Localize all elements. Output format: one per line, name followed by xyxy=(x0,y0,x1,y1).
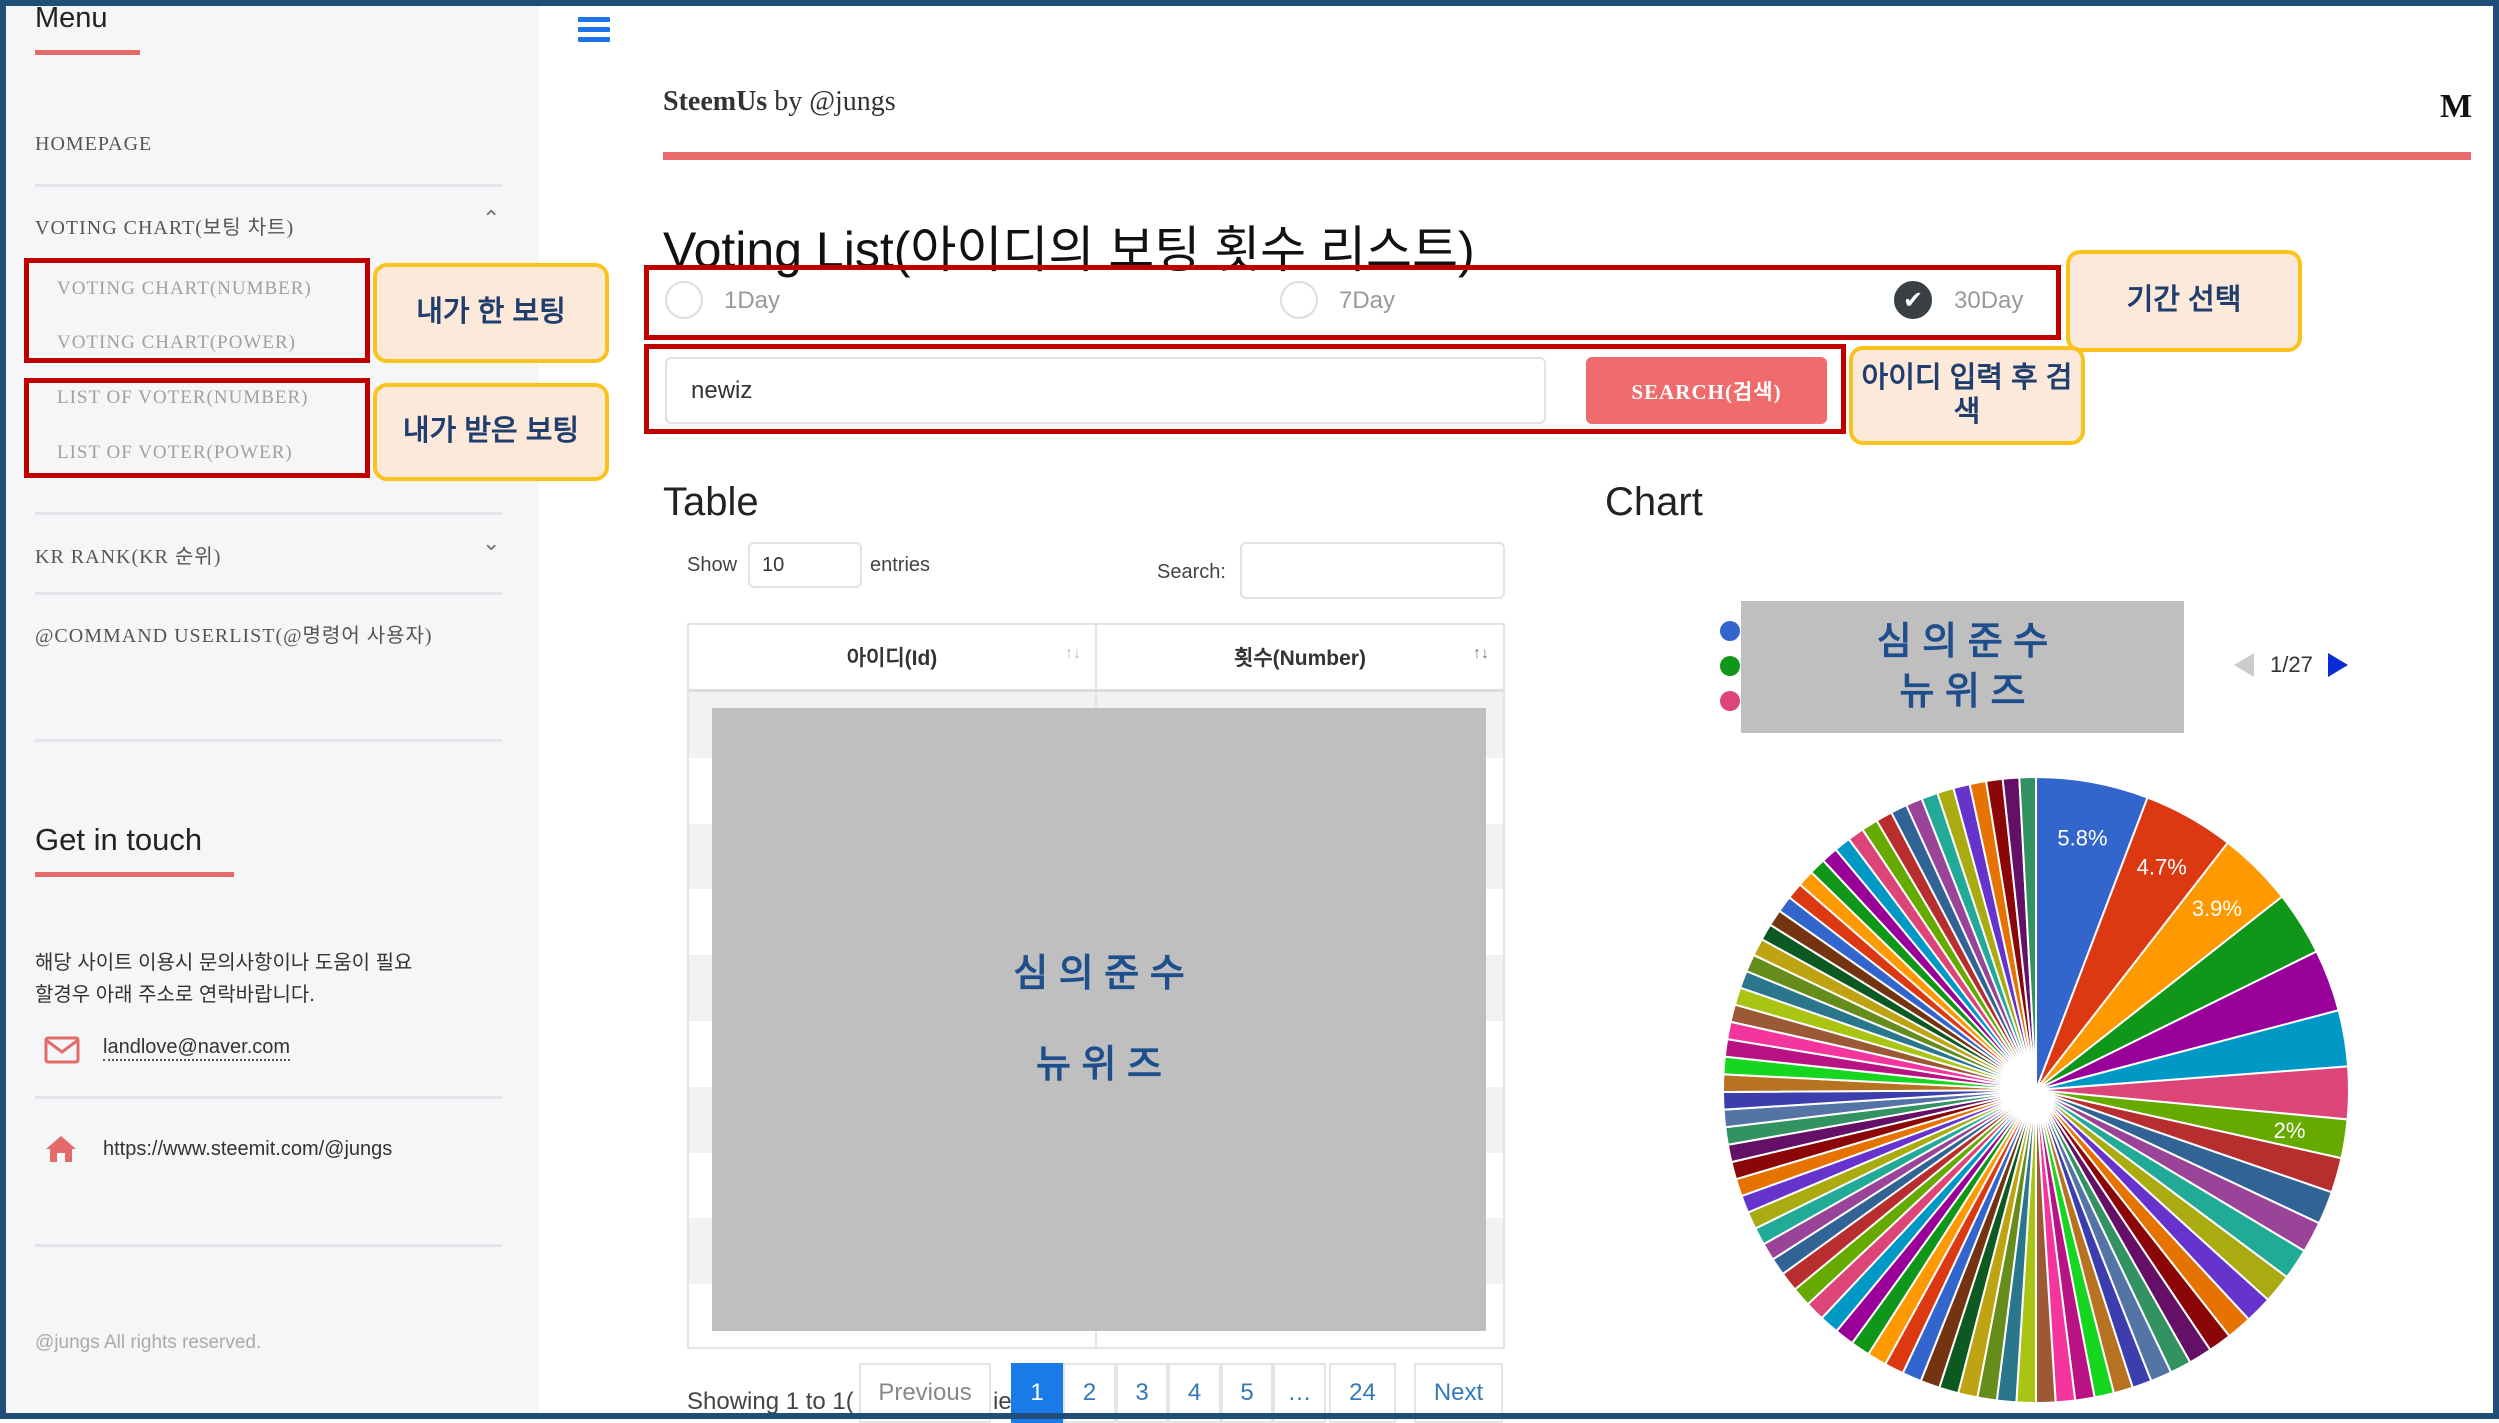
callout-period: 기간 선택 xyxy=(2066,250,2302,352)
showing-info-tail: ie xyxy=(993,1388,1012,1415)
brand-by: by @jungs xyxy=(767,86,896,117)
sidebar: Menu HOMEPAGE VOTING CHART(보팅 차트) ⌃ VOTI… xyxy=(0,0,539,1419)
site-brand[interactable]: SteemUs by @jungs xyxy=(663,86,896,118)
pagination-page-2[interactable]: 2 xyxy=(1063,1363,1116,1423)
pie-slice-label: 5.8% xyxy=(2057,826,2107,851)
pie-slice-label: 2% xyxy=(2274,1118,2306,1143)
mask-line: 심 의 준 수 xyxy=(1876,621,2049,663)
privacy-mask-table: 심 의 준 수 뉴 위 즈 xyxy=(712,708,1486,1331)
legend-dot xyxy=(1720,656,1740,676)
user-id-input[interactable]: newiz xyxy=(665,357,1546,424)
mail-icon xyxy=(44,1036,80,1064)
column-number-label: 횟수(Number) xyxy=(1234,647,1366,670)
show-label: Show xyxy=(687,554,738,576)
showing-info: Showing 1 to 1( xyxy=(687,1388,854,1415)
footer-copyright: @jungs All rights reserved. xyxy=(35,1332,262,1353)
mask-line: 뉴 위 즈 xyxy=(1899,671,2026,713)
search-button[interactable]: SEARCH(검색) xyxy=(1586,357,1827,424)
contact-title: Get in touch xyxy=(35,822,203,857)
pagination-page-6[interactable]: … xyxy=(1273,1363,1326,1423)
pagination-page-4[interactable]: 4 xyxy=(1168,1363,1221,1423)
pie-slice-label: 3.9% xyxy=(2192,896,2242,921)
brand-name: SteemUs xyxy=(663,86,768,117)
legend-page-indicator: 1/27 xyxy=(2270,652,2313,677)
pagination-page-7[interactable]: 24 xyxy=(1329,1363,1396,1423)
table-search-input[interactable] xyxy=(1240,542,1505,599)
pagination-page-5[interactable]: 5 xyxy=(1221,1363,1273,1423)
divider xyxy=(35,512,502,515)
table-header: 아이디(Id) ↑↓ 횟수(Number) ↑↓ xyxy=(689,625,1503,692)
legend-prev-page-icon[interactable] xyxy=(2234,653,2254,677)
pie-slice-label: 4.7% xyxy=(2137,854,2187,879)
hamburger-menu-icon[interactable] xyxy=(578,12,610,47)
contact-text-line-2: 할경우 아래 주소로 연락바랍니다. xyxy=(35,984,315,1006)
divider xyxy=(35,1096,502,1099)
column-id-label: 아이디(Id) xyxy=(846,647,938,670)
sidebar-item-voting-chart[interactable]: VOTING CHART(보팅 차트) xyxy=(35,211,294,240)
radio-7day-label[interactable]: 7Day xyxy=(1339,287,1395,315)
callout-search: 아이디 입력 후 검색 xyxy=(1849,346,2085,445)
callout-my-votes: 내가 한 보팅 xyxy=(373,263,609,363)
legend-next-page-icon[interactable] xyxy=(2328,653,2348,677)
callout-received-votes: 내가 받은 보팅 xyxy=(373,383,609,481)
pagination-page-1[interactable]: 1 xyxy=(1011,1363,1063,1423)
divider xyxy=(35,592,502,595)
radio-1day[interactable] xyxy=(665,281,703,319)
column-header-number[interactable]: 횟수(Number) ↑↓ xyxy=(1095,625,1503,689)
table-heading: Table xyxy=(663,480,759,524)
contact-underline xyxy=(35,872,234,877)
table-search-label: Search: xyxy=(1157,561,1226,583)
email-link[interactable]: landlove@naver.com xyxy=(103,1036,291,1061)
radio-7day[interactable] xyxy=(1280,281,1318,319)
chevron-up-icon[interactable]: ⌃ xyxy=(482,206,500,232)
pagination-page-3[interactable]: 3 xyxy=(1116,1363,1168,1423)
menu-underline xyxy=(35,50,140,55)
checkmark-icon: ✔ xyxy=(1902,286,1924,314)
pagination-next[interactable]: Next xyxy=(1414,1363,1503,1423)
legend-dot xyxy=(1720,621,1740,641)
pie-chart: 5.8% 4.7%3.9% 2% xyxy=(1721,775,2350,1405)
pagination-previous[interactable]: Previous xyxy=(859,1363,991,1423)
divider xyxy=(35,1244,502,1247)
privacy-mask-legend: 심 의 준 수 뉴 위 즈 xyxy=(1741,601,2184,733)
sidebar-item-command-userlist[interactable]: @COMMAND USERLIST(@명령어 사용자) xyxy=(35,619,433,648)
annotation-box-my-votes xyxy=(24,258,370,363)
menu-title: Menu xyxy=(35,2,108,34)
sort-icon: ↑↓ xyxy=(1473,645,1489,662)
chevron-down-icon[interactable]: ⌄ xyxy=(482,530,500,556)
column-header-id[interactable]: 아이디(Id) ↑↓ xyxy=(689,625,1095,689)
sidebar-item-homepage[interactable]: HOMEPAGE xyxy=(35,133,152,156)
chart-heading: Chart xyxy=(1605,480,1703,524)
legend-dot xyxy=(1720,691,1740,711)
sidebar-item-kr-rank[interactable]: KR RANK(KR 순위) xyxy=(35,540,221,569)
divider xyxy=(35,739,502,742)
entries-label: entries xyxy=(870,554,931,576)
medium-logo-icon[interactable]: M xyxy=(2440,88,2472,126)
contact-text-line-1: 해당 사이트 이용시 문의사항이나 도움이 필요 xyxy=(35,952,413,974)
annotation-box-received-votes xyxy=(24,378,370,478)
sort-icon: ↑↓ xyxy=(1065,645,1081,662)
home-icon xyxy=(46,1136,76,1162)
divider xyxy=(35,184,502,187)
radio-30day-label[interactable]: 30Day xyxy=(1954,287,2023,315)
steemit-link[interactable]: https://www.steemit.com/@jungs xyxy=(103,1138,392,1161)
radio-1day-label[interactable]: 1Day xyxy=(724,287,780,315)
entries-select[interactable]: 10 xyxy=(748,542,862,588)
radio-30day-checked[interactable]: ✔ xyxy=(1894,281,1932,319)
header-divider xyxy=(663,152,2471,160)
